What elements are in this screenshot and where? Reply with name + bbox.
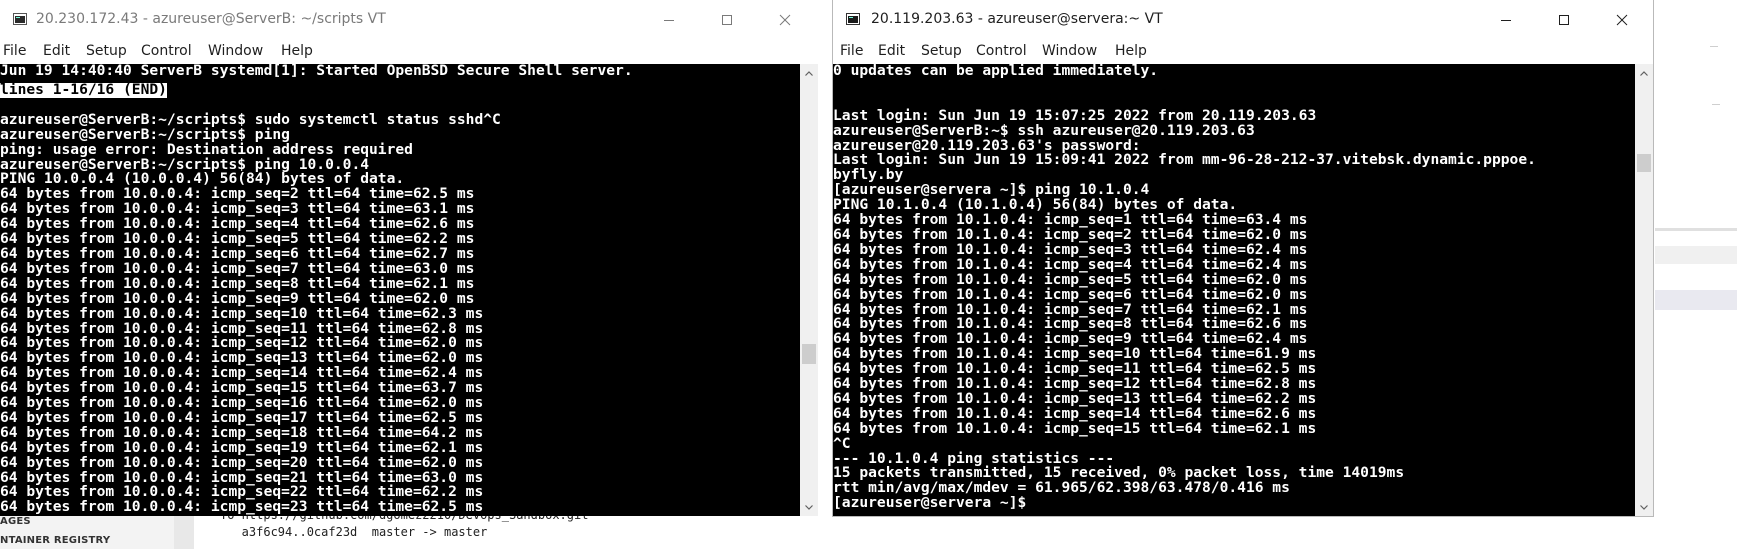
- background-dash: [1712, 104, 1720, 105]
- vertical-scrollbar[interactable]: [1635, 64, 1653, 516]
- maximize-icon: [722, 15, 732, 25]
- maximize-button[interactable]: [1535, 0, 1593, 40]
- terminal-line: Jun 19 14:40:40 ServerB systemd[1]: Star…: [0, 64, 633, 79]
- scroll-up-button[interactable]: [1635, 64, 1653, 82]
- background-sidebar-gutter: [174, 516, 194, 549]
- menu-window[interactable]: Window: [1042, 43, 1097, 59]
- teraterm-icon: [13, 13, 27, 25]
- background-app-panel: [1655, 0, 1737, 549]
- background-output-line: a3f6c94..0caf23d master -> master: [220, 525, 488, 539]
- teraterm-icon: [846, 13, 860, 25]
- menu-edit[interactable]: Edit: [43, 43, 70, 59]
- window-title: 20.119.203.63 - azureuser@servera:~ VT: [871, 11, 1163, 27]
- scroll-thumb[interactable]: [1637, 154, 1651, 172]
- minimize-button[interactable]: [1477, 0, 1535, 40]
- scroll-thumb[interactable]: [802, 344, 816, 364]
- menu-setup[interactable]: Setup: [921, 43, 962, 59]
- terminal-output[interactable]: Jun 19 14:40:40 ServerB systemd[1]: Star…: [0, 64, 800, 516]
- chevron-down-icon: [805, 504, 813, 510]
- menu-help[interactable]: Help: [1115, 43, 1147, 59]
- menu-window[interactable]: Window: [208, 43, 263, 59]
- maximize-button[interactable]: [698, 0, 756, 40]
- title-bar[interactable]: 20.119.203.63 - azureuser@servera:~ VT: [833, 0, 1653, 40]
- terminal-line: 0 updates can be applied immediately.: [833, 64, 1159, 79]
- close-icon: [1616, 14, 1628, 26]
- background-sidebar: AGES NTAINER REGISTRY: [0, 516, 174, 549]
- title-bar[interactable]: 20.230.172.43 - azureuser@ServerB: ~/scr…: [0, 0, 818, 40]
- chevron-up-icon: [805, 70, 813, 76]
- minimize-button[interactable]: [640, 0, 698, 40]
- menu-setup[interactable]: Setup: [86, 43, 127, 59]
- close-button[interactable]: [1593, 0, 1651, 40]
- terminal-window-servera[interactable]: 20.119.203.63 - azureuser@servera:~ VT F…: [833, 0, 1653, 516]
- menu-edit[interactable]: Edit: [878, 43, 905, 59]
- background-output-area: To https://github.com/dgomez2210/DevOps_…: [0, 508, 1655, 549]
- chevron-down-icon: [1640, 504, 1648, 510]
- terminal-prompt: [azureuser@servera ~]$: [833, 494, 1027, 512]
- menu-control[interactable]: Control: [976, 43, 1027, 59]
- background-row: [1655, 246, 1737, 264]
- scroll-down-button[interactable]: [800, 498, 818, 516]
- sidebar-label-container-registry[interactable]: NTAINER REGISTRY: [0, 535, 110, 546]
- background-dash: [1710, 46, 1718, 47]
- terminal-window-serverb[interactable]: 20.230.172.43 - azureuser@ServerB: ~/scr…: [0, 0, 818, 516]
- menu-file[interactable]: File: [3, 43, 26, 59]
- background-row-selected: [1655, 290, 1737, 310]
- close-icon: [779, 14, 791, 26]
- menu-help[interactable]: Help: [281, 43, 313, 59]
- sidebar-label-images[interactable]: AGES: [0, 516, 31, 527]
- maximize-icon: [1559, 15, 1569, 25]
- chevron-up-icon: [1640, 70, 1648, 76]
- scroll-up-button[interactable]: [800, 64, 818, 82]
- window-title: 20.230.172.43 - azureuser@ServerB: ~/scr…: [36, 11, 386, 27]
- minimize-icon: [1501, 20, 1511, 21]
- minimize-icon: [664, 20, 674, 21]
- menu-control[interactable]: Control: [141, 43, 192, 59]
- terminal-line: Last login: Sun Jun 19 15:09:41 2022 fro…: [833, 151, 1536, 169]
- background-divider: [1655, 228, 1737, 231]
- vertical-scrollbar[interactable]: [800, 64, 818, 516]
- close-button[interactable]: [756, 0, 814, 40]
- terminal-line-pager-status: lines 1-16/16 (END): [0, 80, 167, 98]
- menu-file[interactable]: File: [840, 43, 863, 59]
- scroll-down-button[interactable]: [1635, 498, 1653, 516]
- menu-bar: File Edit Setup Control Window Help: [833, 40, 1653, 64]
- terminal-output[interactable]: 0 updates can be applied immediately. La…: [833, 64, 1635, 516]
- terminal-line: 64 bytes from 10.1.0.4: icmp_seq=15 ttl=…: [833, 419, 1317, 437]
- menu-bar: File Edit Setup Control Window Help: [0, 40, 818, 64]
- terminal-line: [833, 79, 1635, 94]
- terminal-line: 64 bytes from 10.0.0.4: icmp_seq=23 ttl=…: [0, 498, 484, 516]
